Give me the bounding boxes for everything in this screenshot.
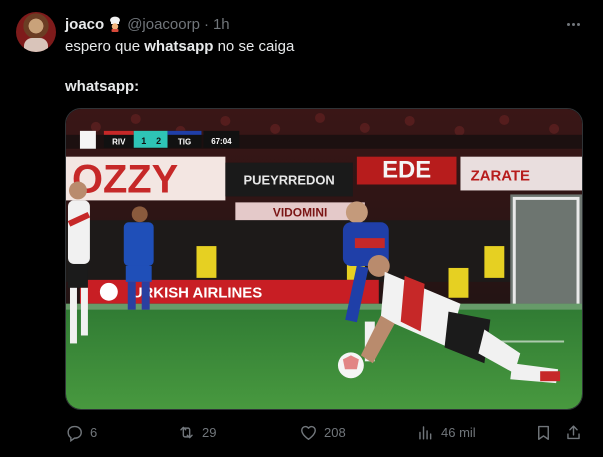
- tweet-actions: 6 29 208 46 mil: [65, 421, 583, 443]
- tweet-header: joaco @joacoorp · 1h: [65, 14, 230, 34]
- reply-button[interactable]: 6: [65, 421, 97, 443]
- text-segment: no se caiga: [213, 38, 295, 55]
- reply-icon: [67, 425, 82, 442]
- like-button[interactable]: 208: [299, 421, 346, 443]
- banner-ede: EDE: [382, 157, 431, 184]
- views-button[interactable]: 46 mil: [416, 421, 476, 443]
- away-team: TIG: [178, 138, 191, 147]
- banner-pueyrredon: PUEYRREDON: [243, 173, 334, 188]
- repost-icon: [180, 426, 193, 438]
- author-name[interactable]: joaco: [65, 16, 104, 33]
- football-scene: RIV 1 2 TIG 67:04 OZZY PUEYRREDON EDE ZA…: [66, 109, 582, 409]
- text-bold: whatsapp:: [65, 78, 140, 95]
- tweet-text: espero que whatsapp no se caiga whatsapp…: [65, 37, 585, 97]
- ad-board: URKISH AIRLINES: [132, 285, 263, 302]
- tweet[interactable]: joaco @joacoorp · 1h espero que whatsapp…: [0, 0, 603, 457]
- banner-vidomini: VIDOMINI: [273, 205, 327, 219]
- bookmark-button[interactable]: [534, 421, 553, 443]
- tweet-line-2: whatsapp:: [65, 77, 585, 97]
- separator: ·: [203, 15, 209, 33]
- repost-button[interactable]: 29: [177, 421, 216, 443]
- text-bold: whatsapp: [144, 38, 214, 55]
- analytics-icon: [419, 425, 432, 440]
- share-button[interactable]: [564, 421, 583, 443]
- author-handle[interactable]: @joacoorp: [127, 16, 200, 33]
- timestamp[interactable]: 1h: [213, 16, 230, 33]
- reply-count: 6: [90, 424, 98, 440]
- avatar[interactable]: [16, 12, 56, 52]
- banner-zarate: ZARATE: [471, 168, 530, 185]
- tweet-line-1: espero que whatsapp no se caiga: [65, 37, 585, 57]
- share-icon: [567, 424, 580, 439]
- text-segment: espero que: [65, 38, 145, 55]
- home-score: 1: [141, 136, 146, 146]
- banner-ozzy: OZZY: [72, 157, 178, 201]
- match-clock: 67:04: [211, 137, 232, 146]
- media-video[interactable]: RIV 1 2 TIG 67:04 OZZY PUEYRREDON EDE ZA…: [65, 108, 583, 410]
- more-options-icon[interactable]: [563, 14, 583, 34]
- home-team: RIV: [112, 138, 126, 147]
- repost-count: 29: [202, 424, 217, 440]
- away-score: 2: [156, 136, 161, 146]
- heart-icon: [301, 425, 316, 440]
- like-count: 208: [324, 424, 346, 440]
- view-count: 46 mil: [441, 424, 476, 440]
- bookmark-icon: [538, 425, 549, 440]
- chef-emoji-icon: [108, 16, 122, 32]
